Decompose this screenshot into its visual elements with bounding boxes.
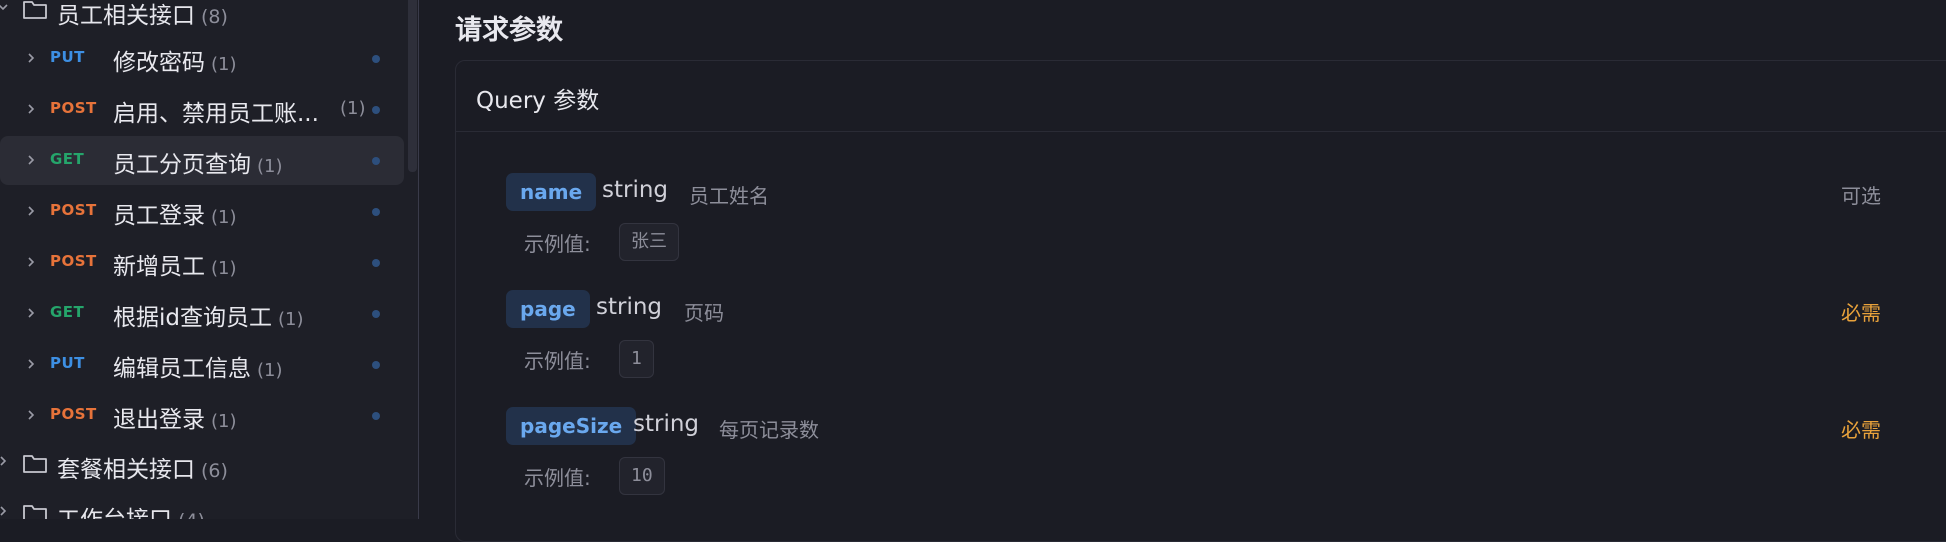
param-requirement: 必需 [1841,301,1881,325]
param-name-chip[interactable]: page [506,290,590,328]
param-type: string [633,411,700,437]
endpoint-label: 修改密码 (1) [113,50,237,76]
param-description: 页码 [684,301,724,325]
panel-header: Query 参数 [456,61,1946,132]
status-dot [372,106,380,114]
status-dot [372,412,380,420]
param-description: 每页记录数 [719,418,819,442]
endpoint-count: (1) [340,98,366,119]
endpoint-item[interactable]: POST 退出登录 (1) [0,391,404,440]
example-value[interactable]: 10 [619,457,665,495]
status-dot [372,157,380,165]
endpoint-label: 编辑员工信息 (1) [113,356,283,382]
chevron-right-icon [28,104,35,114]
folder-combo-apis[interactable]: 套餐相关接口 (6) [0,440,400,490]
endpoint-item[interactable]: PUT 修改密码 (1) [0,34,404,83]
chevron-right-icon [28,308,35,318]
chevron-right-icon [0,456,7,466]
param-description: 员工姓名 [689,184,769,208]
section-title: 请求参数 [455,15,563,46]
method-badge: POST [50,201,97,219]
chevron-right-icon [0,506,7,516]
chevron-right-icon [28,53,35,63]
endpoint-item[interactable]: GET 根据id查询员工 (1) [0,289,404,338]
method-badge: PUT [50,48,85,66]
example-label: 示例值: [524,232,591,256]
param-name-chip[interactable]: name [506,173,597,211]
status-dot [372,310,380,318]
folder-label: 员工相关接口 (8) [57,3,228,29]
method-badge: GET [50,303,85,321]
endpoint-label: 根据id查询员工 (1) [113,305,304,331]
chevron-right-icon [28,155,35,165]
folder-label: 工作台接口(4) [57,500,205,519]
endpoint-item[interactable]: POST 启用、禁用员工账... (1) [0,85,404,134]
main-content: 请求参数 Query 参数 name string 员工姓名 可选 示例值: 张… [419,0,1946,542]
folder-employee-apis[interactable]: 员工相关接口 (8) [0,0,400,36]
method-badge: PUT [50,354,85,372]
example-label: 示例值: [524,349,591,373]
folder-icon [23,455,47,473]
endpoint-item[interactable]: POST 员工登录 (1) [0,187,404,236]
example-label: 示例值: [524,466,591,490]
param-name-chip[interactable]: pageSize [506,407,637,445]
param-requirement: 可选 [1841,184,1881,208]
folder-label: 套餐相关接口 (6) [57,457,228,483]
sidebar-scrollbar[interactable] [408,0,417,172]
folder-icon [23,1,47,19]
folder-workspace-apis[interactable]: 工作台接口(4) [0,490,400,519]
param-row: page string 页码 必需 示例值: 1 [506,290,1906,400]
chevron-right-icon [28,257,35,267]
method-badge: GET [50,150,85,168]
endpoint-label: 员工登录 (1) [113,203,237,229]
status-dot [372,208,380,216]
method-badge: POST [50,405,97,423]
param-row: pageSize string 每页记录数 必需 示例值: 10 [506,407,1906,517]
status-dot [372,259,380,267]
chevron-right-icon [28,359,35,369]
param-type: string [596,294,663,320]
example-value[interactable]: 张三 [619,223,679,261]
query-params-panel: Query 参数 name string 员工姓名 可选 示例值: 张三 pag… [455,60,1946,542]
param-row: name string 员工姓名 可选 示例值: 张三 [506,173,1906,283]
folder-icon [23,505,47,519]
panel-title: Query 参数 [476,88,600,114]
api-tree-sidebar: 员工相关接口 (8) PUT 修改密码 (1) POST 启用、禁用员工账... (… [0,0,419,519]
example-value[interactable]: 1 [619,340,654,378]
endpoint-item-selected[interactable]: GET 员工分页查询 (1) [0,136,404,185]
chevron-right-icon [28,410,35,420]
chevron-down-icon [0,4,8,11]
endpoint-label: 退出登录 (1) [113,407,237,433]
status-dot [372,361,380,369]
chevron-right-icon [28,206,35,216]
endpoint-item[interactable]: POST 新增员工 (1) [0,238,404,287]
param-type: string [602,177,669,203]
method-badge: POST [50,99,97,117]
status-dot [372,55,380,63]
method-badge: POST [50,252,97,270]
endpoint-label: 新增员工 (1) [113,254,237,280]
param-requirement: 必需 [1841,418,1881,442]
endpoint-label: 员工分页查询 (1) [113,152,283,178]
endpoint-item[interactable]: PUT 编辑员工信息 (1) [0,340,404,389]
endpoint-label: 启用、禁用员工账... [113,101,319,127]
